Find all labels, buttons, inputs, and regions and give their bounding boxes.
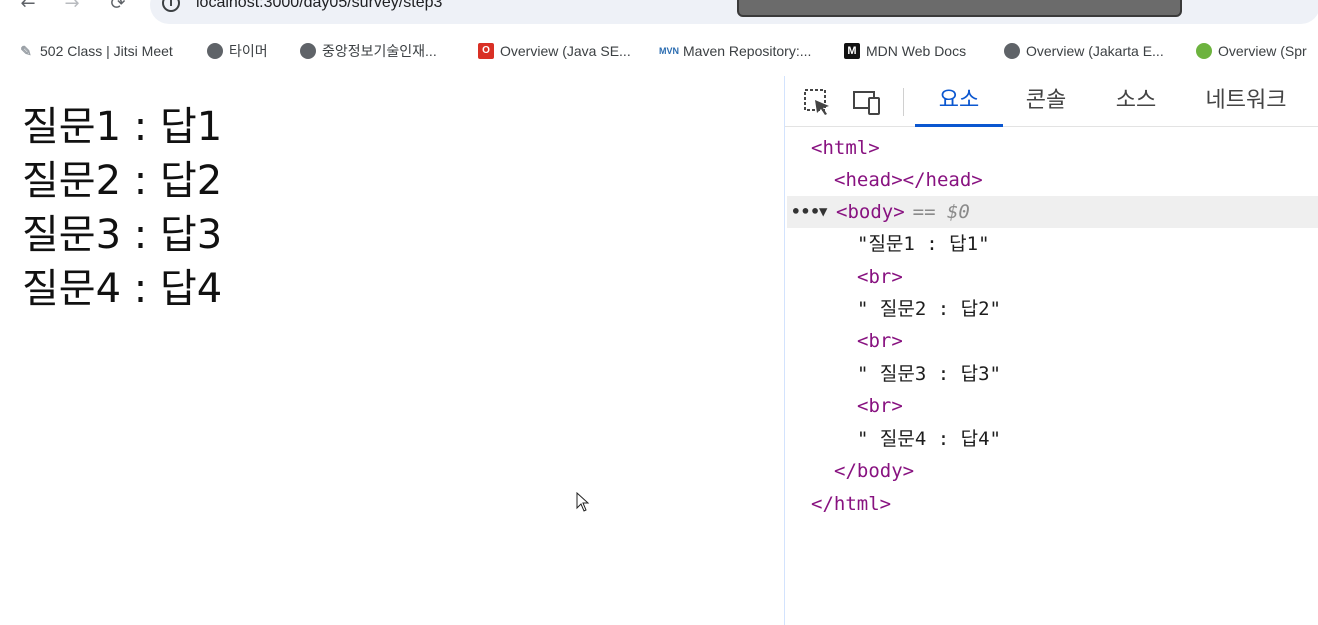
back-arrow-icon[interactable]: ← [16, 0, 40, 18]
bookmark-label: 502 Class | Jitsi Meet [40, 43, 173, 59]
survey-answer-line: 질문3 : 답3 [22, 212, 223, 258]
bookmark-timer[interactable]: 타이머 [207, 40, 268, 62]
bookmark-java-se[interactable]: O Overview (Java SE... [478, 40, 631, 62]
tab-sources[interactable]: 소스 [1101, 76, 1171, 127]
tag-text: </body> [834, 460, 915, 482]
tag-text: </html> [811, 493, 892, 515]
bookmark-label: Maven Repository:... [683, 43, 812, 59]
devtools-panel: 요소 콘솔 소스 네트워크 <html> <head></head> ••• ▼… [784, 76, 1318, 625]
browser-toolbar: ← → ⟳ i localhost:3000/day05/survey/step… [0, 0, 1318, 26]
bookmark-label: Overview (Spr [1218, 43, 1307, 59]
text-node-value: "질문1 : 답1" [857, 233, 990, 255]
expand-triangle-icon[interactable]: ▼ [819, 196, 827, 228]
oracle-icon: O [478, 43, 494, 59]
bookmark-spring[interactable]: Overview (Spr [1196, 40, 1307, 62]
overlay-popup [737, 0, 1182, 17]
survey-answer-line: 질문4 : 답4 [22, 266, 223, 312]
tab-network[interactable]: 네트워크 [1191, 76, 1301, 127]
dom-node-html[interactable]: <html> [811, 132, 880, 164]
bookmark-label: 중앙정보기술인재... [322, 43, 437, 59]
tag-text: <br> [857, 266, 903, 288]
bookmark-label: 타이머 [229, 43, 268, 59]
forward-arrow-icon[interactable]: → [60, 0, 84, 18]
tab-console[interactable]: 콘솔 [1011, 76, 1081, 127]
reload-icon[interactable]: ⟳ [106, 0, 130, 18]
dom-node-body-selected[interactable]: ••• ▼ <body> == $0 [787, 196, 1318, 228]
devtools-tab-bar: 요소 콘솔 소스 네트워크 [785, 76, 1318, 127]
text-node-value: " 질문2 : 답2" [857, 298, 1001, 320]
globe-icon [207, 43, 223, 59]
page-content: 질문1 : 답1 질문2 : 답2 질문3 : 답3 질문4 : 답4 [0, 76, 784, 625]
device-toolbar-icon[interactable] [851, 86, 883, 118]
mouse-cursor-icon [576, 492, 590, 512]
dom-node-br[interactable]: <br> [857, 261, 903, 293]
bookmark-jakarta[interactable]: Overview (Jakarta E... [1004, 40, 1164, 62]
survey-answer-line: 질문1 : 답1 [22, 104, 223, 150]
globe-icon [300, 43, 316, 59]
dom-node-body-close[interactable]: </body> [834, 455, 914, 487]
survey-answer-line: 질문2 : 답2 [22, 158, 223, 204]
dom-text-node[interactable]: " 질문3 : 답3" [857, 358, 1001, 390]
dom-node-br[interactable]: <br> [857, 390, 903, 422]
toolbar-divider [903, 88, 904, 116]
bookmark-label: Overview (Jakarta E... [1026, 43, 1164, 59]
bookmark-mdn[interactable]: M MDN Web Docs [844, 40, 966, 62]
spring-icon [1196, 43, 1212, 59]
dom-node-br[interactable]: <br> [857, 325, 903, 357]
url-text[interactable]: localhost:3000/day05/survey/step3 [196, 0, 442, 12]
dom-node-html-close[interactable]: </html> [811, 488, 891, 520]
bookmark-label: Overview (Java SE... [500, 43, 631, 59]
tag-text: <br> [857, 330, 903, 352]
tag-text: <body> [836, 201, 905, 223]
more-options-icon[interactable]: ••• [791, 196, 820, 228]
bookmark-jitsi[interactable]: ✎ 502 Class | Jitsi Meet [18, 40, 173, 62]
dom-text-node[interactable]: "질문1 : 답1" [857, 228, 990, 260]
maven-icon: MVN [659, 46, 679, 56]
mdn-icon: M [844, 43, 860, 59]
tag-text: <br> [857, 395, 903, 417]
bookmark-label: MDN Web Docs [866, 43, 967, 59]
bookmark-maven[interactable]: MVN Maven Repository:... [659, 40, 811, 62]
selected-marker: == $0 [912, 201, 970, 223]
tag-text: <html> [811, 137, 880, 159]
inspect-element-icon[interactable] [801, 86, 833, 118]
dom-text-node[interactable]: " 질문4 : 답4" [857, 423, 1001, 455]
globe-icon [1004, 43, 1020, 59]
dom-text-node[interactable]: " 질문2 : 답2" [857, 293, 1001, 325]
tab-elements[interactable]: 요소 [915, 76, 1003, 127]
tag-text: <head></head> [834, 169, 983, 191]
feather-icon: ✎ [20, 43, 32, 59]
text-node-value: " 질문4 : 답4" [857, 428, 1001, 450]
bookmarks-bar: ✎ 502 Class | Jitsi Meet 타이머 중앙정보기술인재...… [0, 34, 1318, 68]
dom-node-head[interactable]: <head></head> [834, 164, 983, 196]
text-node-value: " 질문3 : 답3" [857, 363, 1001, 385]
bookmark-joongang[interactable]: 중앙정보기술인재... [300, 40, 437, 62]
